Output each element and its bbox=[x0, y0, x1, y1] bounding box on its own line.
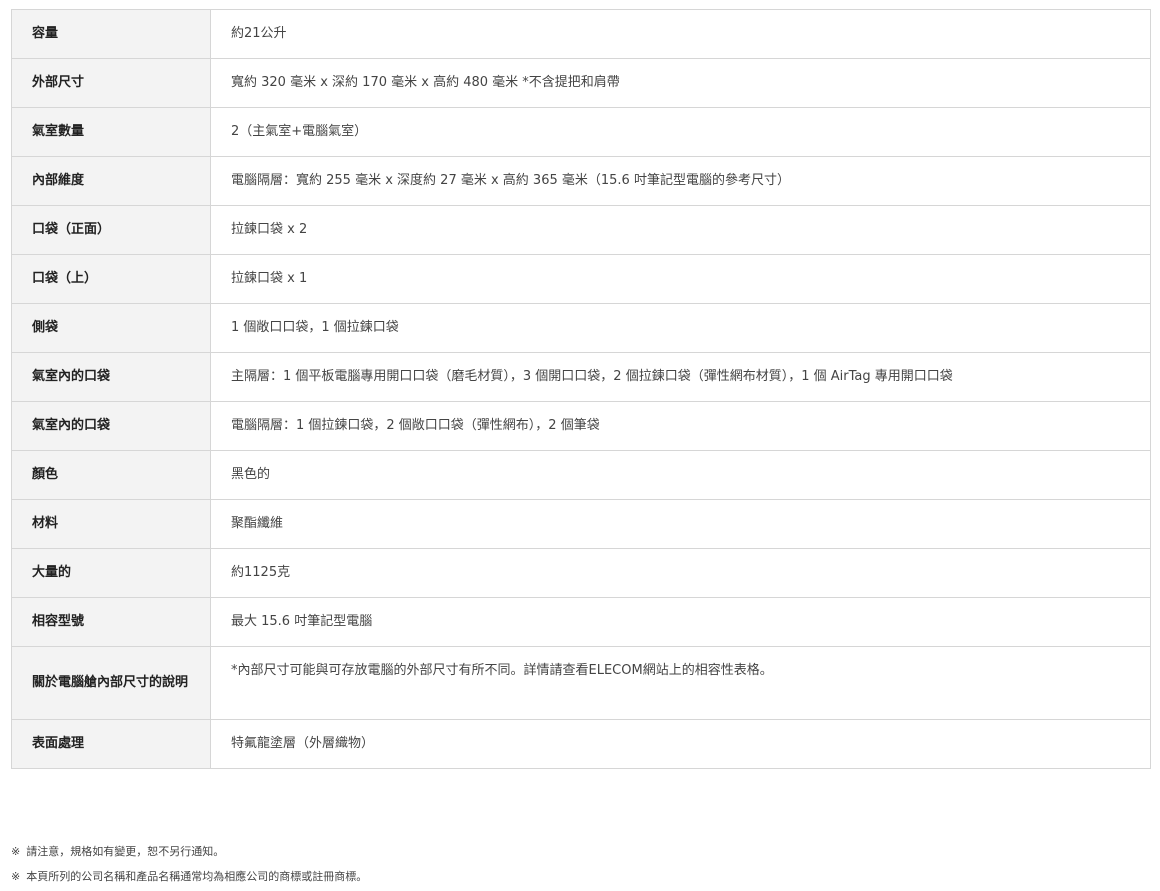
spec-row-capacity: 容量 約21公升 bbox=[11, 9, 1151, 59]
spec-value: 拉鍊口袋 x 1 bbox=[210, 254, 1151, 304]
spec-value: 電腦隔層：寬約 255 毫米 x 深度約 27 毫米 x 高約 365 毫米（1… bbox=[210, 156, 1151, 206]
spec-label: 相容型號 bbox=[11, 597, 211, 647]
spec-label: 表面處理 bbox=[11, 719, 211, 769]
spec-row-compatible-models: 相容型號 最大 15.6 吋筆記型電腦 bbox=[11, 597, 1151, 647]
spec-row-compartments: 氣室數量 2（主氣室+電腦氣室） bbox=[11, 107, 1151, 157]
spec-row-internal-dimensions: 內部維度 電腦隔層：寬約 255 毫米 x 深度約 27 毫米 x 高約 365… bbox=[11, 156, 1151, 206]
spec-row-top-pocket: 口袋（上） 拉鍊口袋 x 1 bbox=[11, 254, 1151, 304]
spec-row-main-compartment-pockets: 氣室內的口袋 主隔層：1 個平板電腦專用開口口袋（磨毛材質），3 個開口口袋，2… bbox=[11, 352, 1151, 402]
spec-row-side-pockets: 側袋 1 個敞口口袋，1 個拉鍊口袋 bbox=[11, 303, 1151, 353]
note-text: 本頁所列的公司名稱和產品名稱通常均為相應公司的商標或註冊商標。 bbox=[26, 870, 368, 883]
spec-value: 寬約 320 毫米 x 深約 170 毫米 x 高約 480 毫米 *不含提把和… bbox=[210, 58, 1151, 108]
spec-value: 主隔層：1 個平板電腦專用開口口袋（磨毛材質），3 個開口口袋，2 個拉鍊口袋（… bbox=[210, 352, 1151, 402]
spec-label: 內部維度 bbox=[11, 156, 211, 206]
footnotes: ※ 請注意，規格如有變更，恕不另行通知。 ※ 本頁所列的公司名稱和產品名稱通常均為相… bbox=[11, 839, 1151, 889]
spec-row-external-size: 外部尺寸 寬約 320 毫米 x 深約 170 毫米 x 高約 480 毫米 *… bbox=[11, 58, 1151, 108]
spec-label: 材料 bbox=[11, 499, 211, 549]
spec-value: 聚酯纖維 bbox=[210, 499, 1151, 549]
spec-row-pc-compartment-pockets: 氣室內的口袋 電腦隔層：1 個拉鍊口袋，2 個敞口口袋（彈性網布），2 個筆袋 bbox=[11, 401, 1151, 451]
spec-value: 1 個敞口口袋，1 個拉鍊口袋 bbox=[210, 303, 1151, 353]
spec-label: 大量的 bbox=[11, 548, 211, 598]
spec-row-front-pockets: 口袋（正面） 拉鍊口袋 x 2 bbox=[11, 205, 1151, 255]
spec-row-internal-size-note: 關於電腦艙內部尺寸的說明 *內部尺寸可能與可存放電腦的外部尺寸有所不同。詳情請查… bbox=[11, 646, 1151, 720]
spec-row-color: 顏色 黑色的 bbox=[11, 450, 1151, 500]
spec-row-weight: 大量的 約1125克 bbox=[11, 548, 1151, 598]
footnote-trademark: ※ 本頁所列的公司名稱和產品名稱通常均為相應公司的商標或註冊商標。 bbox=[11, 864, 1151, 889]
spec-label: 氣室內的口袋 bbox=[11, 352, 211, 402]
spec-value: 最大 15.6 吋筆記型電腦 bbox=[210, 597, 1151, 647]
spec-value: *內部尺寸可能與可存放電腦的外部尺寸有所不同。詳情請查看ELECOM網站上的相容… bbox=[210, 646, 1151, 720]
spec-label: 容量 bbox=[11, 9, 211, 59]
spec-label: 側袋 bbox=[11, 303, 211, 353]
spec-value: 黑色的 bbox=[210, 450, 1151, 500]
spec-label: 外部尺寸 bbox=[11, 58, 211, 108]
spec-label: 氣室數量 bbox=[11, 107, 211, 157]
spec-value: 2（主氣室+電腦氣室） bbox=[210, 107, 1151, 157]
footnote-spec-change: ※ 請注意，規格如有變更，恕不另行通知。 bbox=[11, 839, 1151, 864]
spec-label: 顏色 bbox=[11, 450, 211, 500]
note-mark: ※ bbox=[11, 870, 21, 883]
spec-value: 特氟龍塗層（外層織物） bbox=[210, 719, 1151, 769]
spec-table: 容量 約21公升 外部尺寸 寬約 320 毫米 x 深約 170 毫米 x 高約… bbox=[11, 9, 1151, 769]
spec-label: 口袋（正面） bbox=[11, 205, 211, 255]
spec-label: 氣室內的口袋 bbox=[11, 401, 211, 451]
spec-row-surface-treatment: 表面處理 特氟龍塗層（外層織物） bbox=[11, 719, 1151, 769]
spec-label: 關於電腦艙內部尺寸的說明 bbox=[11, 646, 211, 720]
spec-value: 約21公升 bbox=[210, 9, 1151, 59]
spec-label: 口袋（上） bbox=[11, 254, 211, 304]
spec-value: 約1125克 bbox=[210, 548, 1151, 598]
note-mark: ※ bbox=[11, 845, 21, 858]
spec-value: 電腦隔層：1 個拉鍊口袋，2 個敞口口袋（彈性網布），2 個筆袋 bbox=[210, 401, 1151, 451]
spec-value: 拉鍊口袋 x 2 bbox=[210, 205, 1151, 255]
spec-row-material: 材料 聚酯纖維 bbox=[11, 499, 1151, 549]
note-text: 請注意，規格如有變更，恕不另行通知。 bbox=[26, 845, 225, 858]
